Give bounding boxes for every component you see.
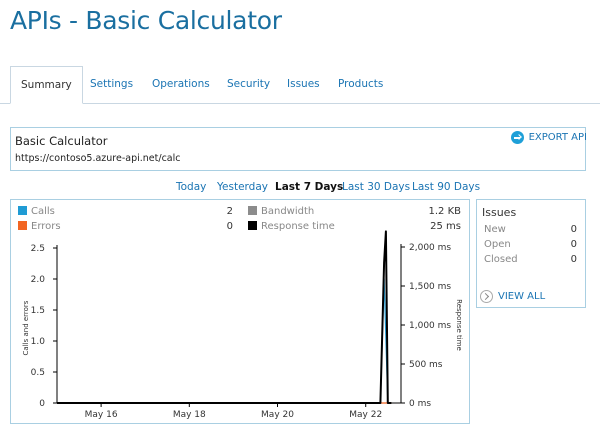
issues-new-label: New: [484, 224, 506, 235]
left-tick-label: 2.5: [31, 244, 45, 254]
export-api-label: EXPORT API: [528, 132, 587, 143]
view-all-label: VIEW ALL: [498, 291, 546, 302]
x-tick-label: May 18: [173, 410, 206, 420]
range-last-90-days[interactable]: Last 90 Days: [412, 181, 480, 193]
tab-operations[interactable]: Operations: [150, 66, 212, 102]
range-last-30-days[interactable]: Last 30 Days: [342, 181, 410, 193]
range-last-7-days[interactable]: Last 7 Days: [275, 181, 343, 193]
left-tick-label: 0: [39, 399, 45, 409]
series-line-calls: [57, 278, 392, 404]
analytics-chart-panel: Calls 2 Errors 0 Bandwidth 1.2 KB Respon…: [10, 199, 470, 424]
api-info-panel: Basic Calculator https://contoso5.azure-…: [10, 127, 587, 171]
right-tick-label: 500 ms: [409, 360, 443, 370]
issues-new-value: 0: [570, 224, 577, 235]
issues-title: Issues: [482, 206, 517, 219]
api-url: https://contoso5.azure-api.net/calc: [15, 153, 181, 164]
view-all-issues-link[interactable]: VIEW ALL: [480, 290, 545, 303]
issues-closed-label: Closed: [484, 254, 518, 265]
tab-products[interactable]: Products: [336, 66, 385, 102]
left-tick-label: 1.5: [31, 306, 45, 316]
issues-open-label: Open: [484, 239, 511, 250]
tab-issues[interactable]: Issues: [285, 66, 322, 102]
chart-svg: 0 0.5 1.0 1.5 2.0 2.5 0 ms 500 ms 1,000 ms 1,500 …: [22, 230, 463, 420]
issues-closed-value: 0: [570, 254, 577, 265]
x-tick-label: May 20: [261, 410, 294, 420]
tab-settings[interactable]: Settings: [88, 66, 135, 102]
x-tick-label: May 16: [85, 410, 118, 420]
issues-open-value: 0: [570, 239, 577, 250]
range-today[interactable]: Today: [176, 181, 206, 193]
api-name: Basic Calculator: [15, 134, 108, 148]
export-api-button[interactable]: EXPORT API: [510, 131, 587, 144]
y2-axis-title: Response time: [455, 299, 463, 351]
arrow-circle-icon: [480, 290, 493, 303]
left-tick-label: 1.0: [31, 337, 46, 347]
right-tick-label: 1,000 ms: [409, 321, 451, 331]
y-axis-title: Calls and errors: [22, 300, 30, 355]
left-tick-label: 2.0: [31, 275, 46, 285]
tab-bar: Summary Settings Operations Security Iss…: [0, 66, 600, 104]
x-tick-label: May 22: [349, 410, 382, 420]
right-tick-label: 2,000 ms: [409, 243, 451, 253]
range-yesterday[interactable]: Yesterday: [217, 181, 268, 193]
tab-summary[interactable]: Summary: [10, 66, 83, 104]
series-line-response-time: [57, 230, 392, 404]
tab-security[interactable]: Security: [225, 66, 272, 102]
right-tick-label: 0 ms: [409, 399, 431, 409]
export-icon: [510, 131, 524, 144]
issues-panel: Issues New 0 Open 0 Closed 0 VIEW ALL: [476, 199, 586, 308]
right-tick-label: 1,500 ms: [409, 282, 451, 292]
page-title: APIs - Basic Calculator: [10, 6, 282, 35]
left-tick-label: 0.5: [31, 368, 45, 378]
